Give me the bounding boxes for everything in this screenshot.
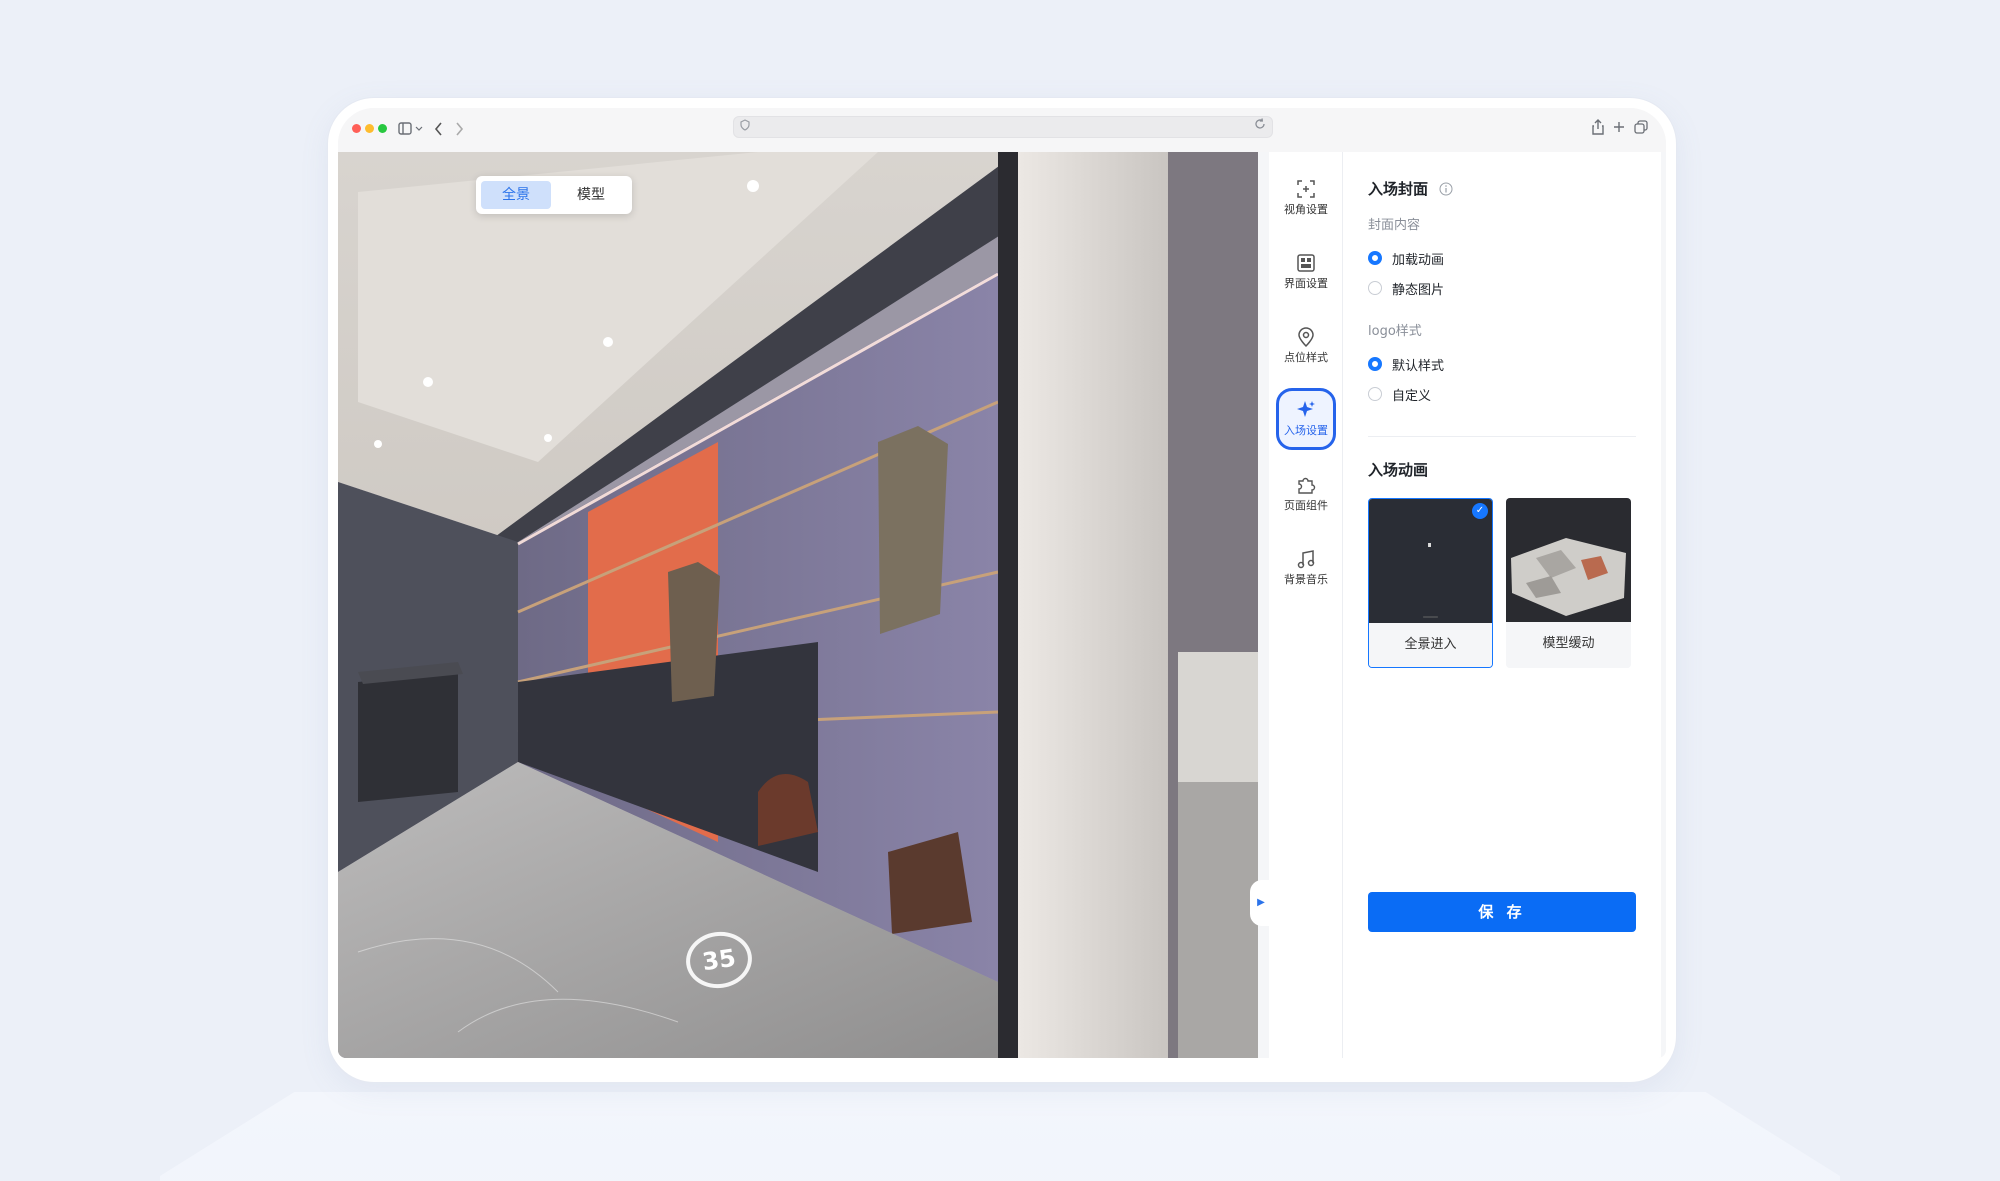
back-icon[interactable]	[434, 122, 444, 136]
viewpoint-icon	[1297, 180, 1315, 198]
model-ease-thumbnail	[1506, 498, 1631, 622]
card-label: 模型缓动	[1506, 622, 1631, 668]
nav-page-components[interactable]: 页面组件	[1276, 466, 1336, 528]
nav-background-music[interactable]: 背景音乐	[1276, 540, 1336, 602]
radio-label: 默认样式	[1392, 359, 1445, 374]
panorama-image	[338, 152, 1258, 1058]
shield-icon	[740, 119, 750, 131]
entrance-settings-panel: 入场封面 封面内容 加载动画 静态图片 logo样式 默认样式 自定义 入场动画	[1343, 152, 1661, 1058]
nav-label: 界面设置	[1284, 277, 1328, 290]
info-icon[interactable]	[1439, 182, 1453, 196]
radio-circle	[1368, 251, 1382, 265]
checkmark-icon: ✓	[1472, 503, 1488, 519]
radio-label: 静态图片	[1392, 283, 1445, 298]
cover-content-label: 封面内容	[1368, 218, 1421, 233]
nav-hotspot-style[interactable]: 点位样式	[1276, 318, 1336, 380]
browser-toolbar	[338, 108, 1666, 152]
nav-entrance-settings[interactable]: 入场设置	[1276, 388, 1336, 450]
maximize-window-button[interactable]	[378, 124, 387, 133]
tab-overview-icon[interactable]	[1634, 120, 1648, 134]
address-bar[interactable]	[733, 116, 1273, 138]
panorama-viewer[interactable]: 全景 模型 35	[338, 152, 1258, 1058]
save-button[interactable]: 保 存	[1368, 892, 1636, 932]
desk-shadow	[160, 1092, 1840, 1181]
forward-icon[interactable]	[454, 122, 464, 136]
reload-icon[interactable]	[1254, 118, 1266, 130]
section-divider	[1368, 436, 1636, 437]
animation-section-title: 入场动画	[1368, 461, 1429, 479]
animation-card-panorama-enter[interactable]: ✓ 全景进入	[1368, 498, 1493, 668]
floor-hotspot-label: 35	[700, 943, 738, 977]
location-pin-icon	[1298, 327, 1314, 348]
share-icon[interactable]	[1591, 119, 1605, 135]
layout-icon	[1297, 254, 1315, 272]
panorama-enter-thumbnail	[1369, 499, 1492, 623]
music-note-icon	[1297, 550, 1315, 569]
panorama-mode-button[interactable]: 全景	[481, 181, 551, 209]
radio-circle	[1368, 357, 1382, 371]
model-mode-button[interactable]: 模型	[556, 181, 626, 209]
sidebar-toggle-icon[interactable]	[398, 122, 424, 136]
radio-circle	[1368, 387, 1382, 401]
cover-title-text: 入场封面	[1368, 180, 1429, 198]
nav-label: 页面组件	[1284, 499, 1328, 512]
animation-card-model-ease[interactable]: 模型缓动	[1506, 498, 1631, 668]
new-tab-icon[interactable]	[1613, 121, 1625, 133]
sparkle-icon	[1297, 401, 1315, 417]
radio-circle	[1368, 281, 1382, 295]
radio-label: 加载动画	[1392, 253, 1445, 268]
settings-nav: 视角设置 界面设置 点位样式 入场设置 页面组件 背景音乐	[1269, 152, 1343, 1058]
radio-label: 自定义	[1392, 389, 1432, 404]
logo-style-label: logo样式	[1368, 324, 1422, 339]
view-mode-toggle: 全景 模型	[476, 176, 632, 214]
nav-viewpoint-settings[interactable]: 视角设置	[1276, 170, 1336, 232]
puzzle-icon	[1298, 477, 1316, 494]
cover-section-title: 入场封面	[1368, 178, 1453, 199]
nav-label: 背景音乐	[1284, 573, 1328, 586]
close-window-button[interactable]	[352, 124, 361, 133]
nav-interface-settings[interactable]: 界面设置	[1276, 244, 1336, 306]
nav-label: 入场设置	[1284, 424, 1328, 437]
minimize-window-button[interactable]	[365, 124, 374, 133]
browser-window: 全景 模型 35 ▶ 视角设置 界面设置 点位样式 入场设置 页面组件 背景音乐…	[338, 108, 1666, 1058]
nav-label: 视角设置	[1284, 203, 1328, 216]
card-label: 全景进入	[1369, 623, 1492, 667]
nav-label: 点位样式	[1284, 351, 1328, 364]
